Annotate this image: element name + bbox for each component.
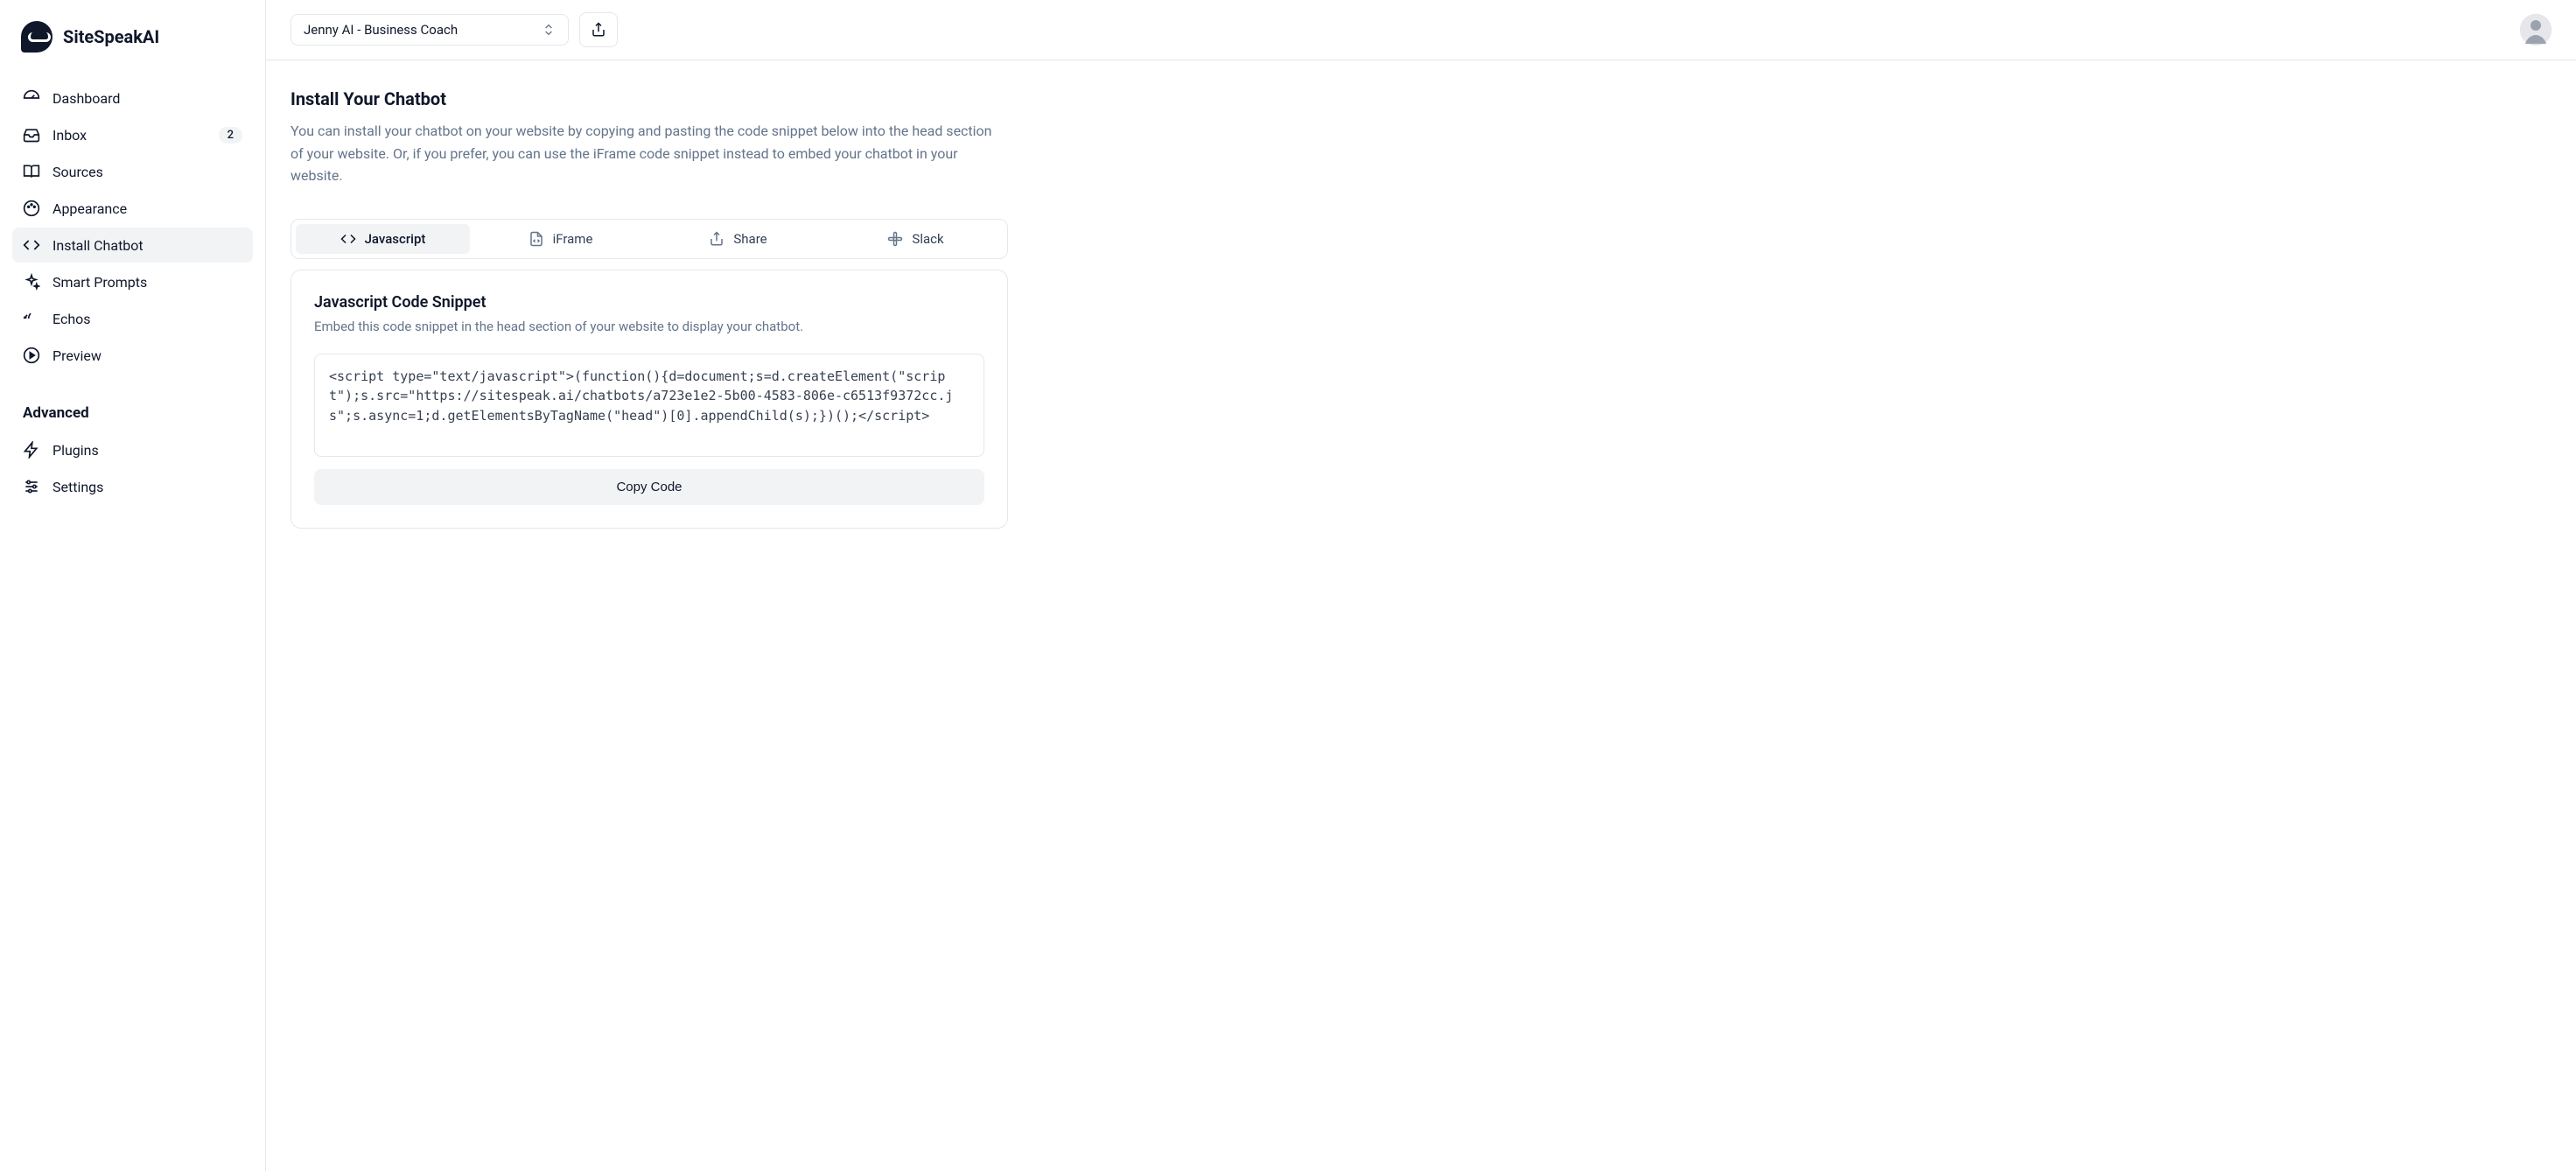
main: Jenny AI - Business Coach Install Your C… bbox=[266, 0, 2576, 1171]
tab-share[interactable]: Share bbox=[651, 224, 825, 254]
panel-title: Javascript Code Snippet bbox=[314, 293, 984, 312]
sidebar-item-label: Dashboard bbox=[52, 90, 242, 107]
chevron-updown-icon bbox=[542, 23, 556, 37]
sidebar-item-smart-prompts[interactable]: Smart Prompts bbox=[12, 264, 253, 299]
sidebar-item-label: Smart Prompts bbox=[52, 274, 242, 291]
content: Install Your Chatbot You can install you… bbox=[266, 60, 2576, 557]
sidebar-item-label: Sources bbox=[52, 164, 242, 180]
tab-label: Javascript bbox=[365, 231, 426, 247]
sliders-icon bbox=[23, 478, 40, 495]
play-circle-icon bbox=[23, 347, 40, 364]
logo-icon bbox=[21, 21, 52, 53]
file-code-icon bbox=[528, 231, 544, 247]
code-icon bbox=[340, 231, 356, 247]
topbar: Jenny AI - Business Coach bbox=[266, 0, 2576, 60]
sidebar-item-label: Echos bbox=[52, 311, 242, 327]
palette-icon bbox=[23, 200, 40, 217]
tab-label: Share bbox=[733, 231, 766, 247]
slack-icon bbox=[887, 231, 903, 247]
sidebar-item-sources[interactable]: Sources bbox=[12, 154, 253, 189]
main-nav: Dashboard Inbox 2 Sources Appearance bbox=[12, 81, 253, 504]
code-snippet[interactable]: <script type="text/javascript">(function… bbox=[314, 354, 984, 457]
sidebar-item-label: Install Chatbot bbox=[52, 237, 242, 254]
panel-description: Embed this code snippet in the head sect… bbox=[314, 319, 984, 334]
share-icon bbox=[709, 231, 724, 247]
user-avatar[interactable] bbox=[2520, 14, 2552, 46]
sidebar-item-echos[interactable]: Echos bbox=[12, 301, 253, 336]
sidebar-item-label: Appearance bbox=[52, 200, 242, 217]
inbox-badge: 2 bbox=[219, 127, 242, 144]
sidebar: SiteSpeakAI Dashboard Inbox 2 Sou bbox=[0, 0, 266, 1171]
share-icon bbox=[591, 22, 606, 38]
sidebar-item-label: Preview bbox=[52, 347, 242, 364]
tab-slack[interactable]: Slack bbox=[829, 224, 1003, 254]
advanced-heading: Advanced bbox=[12, 392, 253, 431]
inbox-icon bbox=[23, 126, 40, 144]
sidebar-item-install-chatbot[interactable]: Install Chatbot bbox=[12, 228, 253, 263]
gauge-icon bbox=[23, 89, 40, 107]
sidebar-item-label: Plugins bbox=[52, 442, 242, 459]
code-panel: Javascript Code Snippet Embed this code … bbox=[290, 270, 1008, 529]
sidebar-item-appearance[interactable]: Appearance bbox=[12, 191, 253, 226]
tab-label: Slack bbox=[912, 231, 943, 247]
sidebar-item-plugins[interactable]: Plugins bbox=[12, 432, 253, 467]
sidebar-item-preview[interactable]: Preview bbox=[12, 338, 253, 373]
book-icon bbox=[23, 163, 40, 180]
install-tabs: Javascript iFrame Share bbox=[290, 219, 1008, 259]
page-description: You can install your chatbot on your web… bbox=[290, 120, 999, 187]
sparkles-icon bbox=[23, 273, 40, 291]
selector-label: Jenny AI - Business Coach bbox=[304, 22, 458, 38]
tab-iframe[interactable]: iFrame bbox=[473, 224, 648, 254]
sidebar-item-dashboard[interactable]: Dashboard bbox=[12, 81, 253, 116]
sidebar-item-label: Inbox bbox=[52, 127, 206, 144]
page-title: Install Your Chatbot bbox=[290, 88, 2552, 109]
sidebar-item-inbox[interactable]: Inbox 2 bbox=[12, 117, 253, 152]
tab-label: iFrame bbox=[553, 231, 593, 247]
brand-name: SiteSpeakAI bbox=[63, 26, 159, 47]
sidebar-item-settings[interactable]: Settings bbox=[12, 469, 253, 504]
chatbot-selector[interactable]: Jenny AI - Business Coach bbox=[290, 14, 569, 46]
share-button[interactable] bbox=[579, 12, 618, 47]
brand-logo[interactable]: SiteSpeakAI bbox=[12, 21, 253, 53]
sound-icon bbox=[23, 310, 40, 327]
tab-javascript[interactable]: Javascript bbox=[296, 224, 470, 254]
sidebar-item-label: Settings bbox=[52, 479, 242, 495]
copy-code-button[interactable]: Copy Code bbox=[314, 469, 984, 505]
bolt-icon bbox=[23, 441, 40, 459]
code-icon bbox=[23, 236, 40, 254]
